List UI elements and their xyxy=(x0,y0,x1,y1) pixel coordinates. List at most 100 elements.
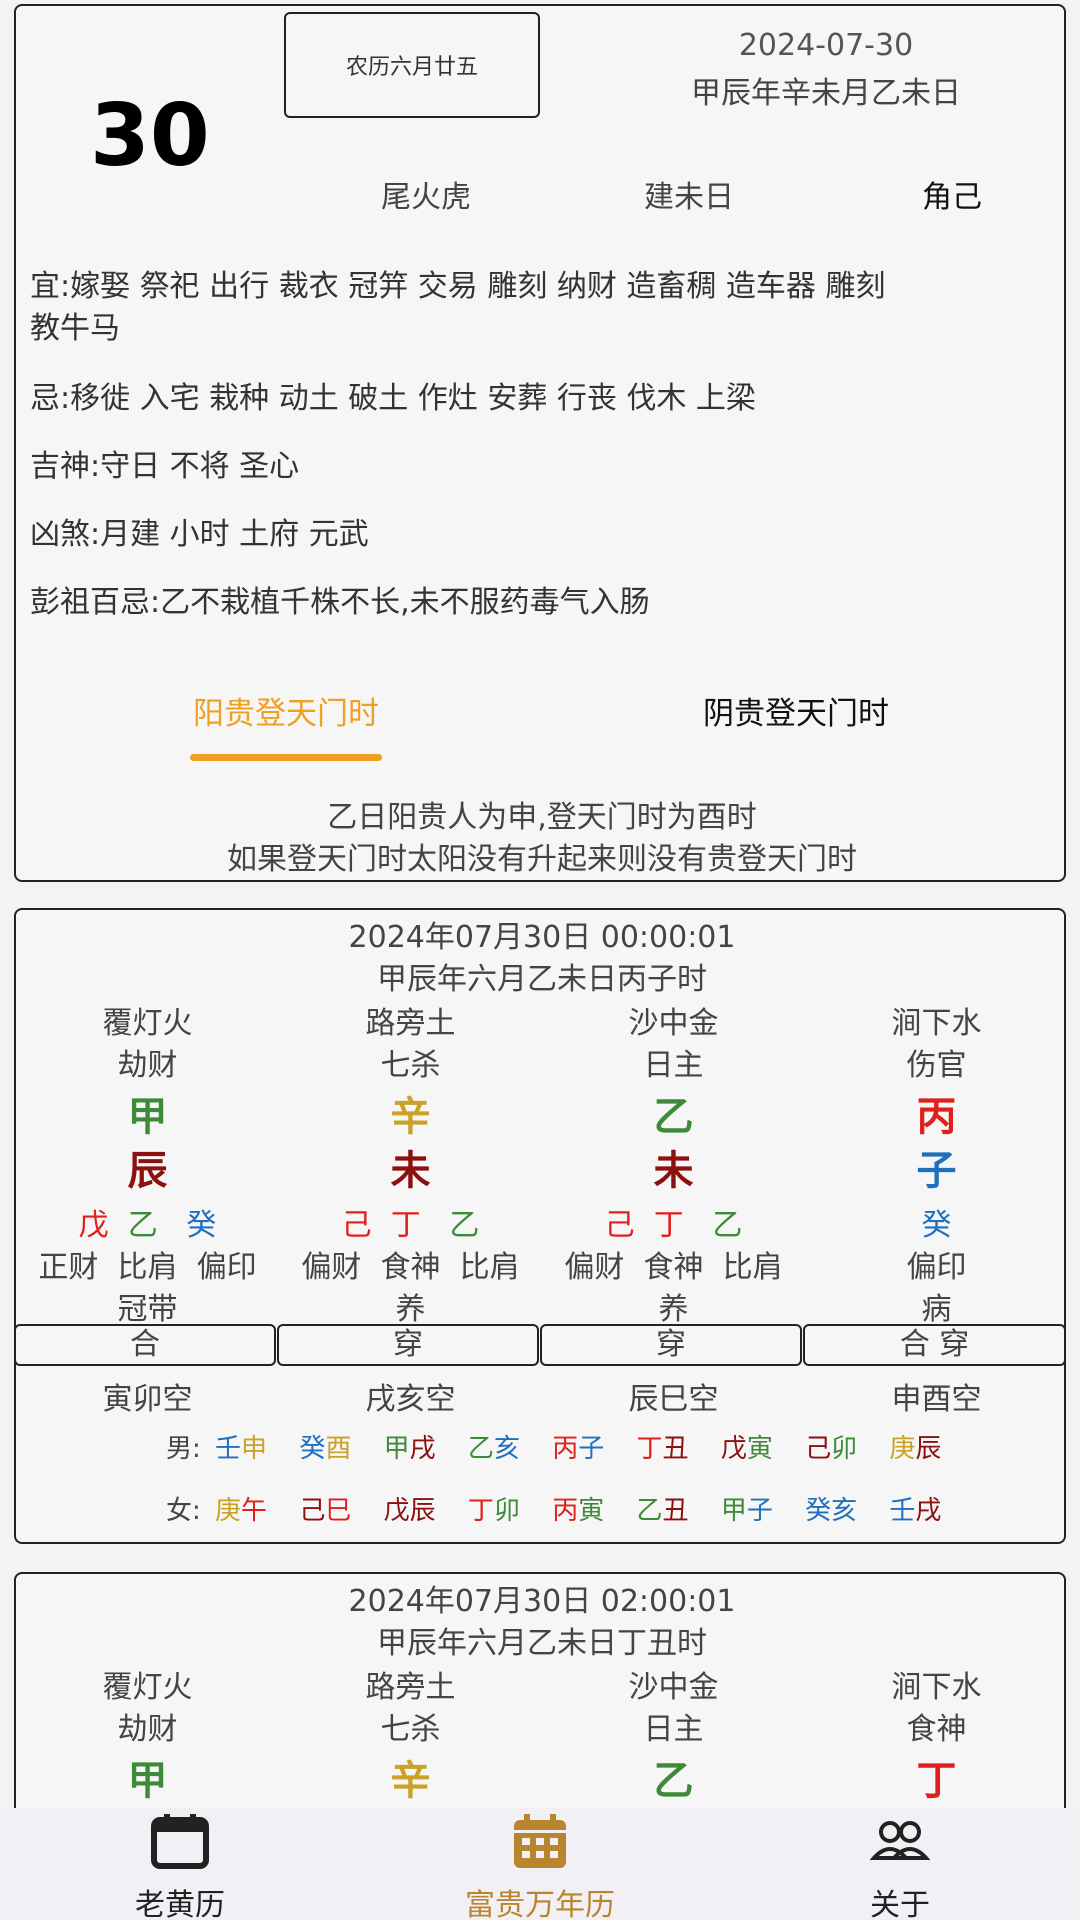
canggan-item: 己 xyxy=(604,1208,635,1243)
tiangan-hour: 丁 xyxy=(916,1758,957,1804)
dayun-item[interactable]: 己巳 xyxy=(299,1496,351,1526)
dizhi-hour: 子 xyxy=(916,1148,957,1194)
tiangan-day: 乙 xyxy=(653,1094,694,1140)
tab-yang-gui[interactable]: 阳贵登天门时 xyxy=(136,688,436,733)
changsheng-day: 养 xyxy=(658,1292,689,1327)
dayun-item[interactable]: 丙子 xyxy=(552,1434,604,1464)
nayin-year: 覆灯火 xyxy=(102,1006,193,1041)
canggan-item: 戊 xyxy=(78,1208,109,1243)
nayin-day: 沙中金 xyxy=(628,1006,719,1041)
dayun-item[interactable]: 癸亥 xyxy=(805,1496,857,1526)
other-label: 角己 xyxy=(922,180,982,215)
xiu-label: 尾火虎 xyxy=(381,180,471,215)
tiangan-hour: 丙 xyxy=(916,1094,957,1140)
shishen-month: 七杀 xyxy=(380,1048,441,1083)
canggan-item: 丁 xyxy=(653,1208,684,1243)
dayun-item[interactable]: 乙亥 xyxy=(468,1434,520,1464)
canggan-item: 乙 xyxy=(712,1208,743,1243)
relation-month: 穿 xyxy=(277,1324,539,1366)
nayin-year: 覆灯火 xyxy=(102,1670,193,1705)
tab-underline xyxy=(190,754,382,761)
bazi-datetime: 2024年07月30日 00:00:01 xyxy=(348,920,736,955)
bazi-datetime: 2024年07月30日 02:00:01 xyxy=(348,1584,736,1619)
dayun-item[interactable]: 丙寅 xyxy=(552,1496,604,1526)
nayin-hour: 涧下水 xyxy=(891,1670,982,1705)
relation-year: 合 xyxy=(14,1324,276,1366)
dizhi-month: 未 xyxy=(390,1148,431,1194)
dayun-item[interactable]: 丁丑 xyxy=(637,1434,689,1464)
tab-desc-line1: 乙日阳贵人为申,登天门时为酉时 xyxy=(327,800,757,835)
shishen-day: 日主 xyxy=(643,1712,704,1747)
bottom-nav: 老黄历 富贵万年历 关于 xyxy=(0,1808,1080,1920)
dizhi-year: 辰 xyxy=(127,1148,168,1194)
shishen-month: 七杀 xyxy=(380,1712,441,1747)
nav-label: 老黄历 xyxy=(135,1888,225,1920)
canggan-item: 乙 xyxy=(127,1208,158,1243)
relation-day: 穿 xyxy=(540,1324,802,1366)
cangshishen-month: 偏财 食神 比肩 xyxy=(301,1250,520,1285)
ganzhi-date: 甲辰年辛未月乙未日 xyxy=(691,76,961,111)
kongwang-year: 寅卯空 xyxy=(102,1382,193,1417)
canggan-year: 戊 乙 癸 xyxy=(16,1200,279,1244)
dayun-item[interactable]: 甲子 xyxy=(721,1496,773,1526)
bazi-ganzhi: 甲辰年六月乙未日丙子时 xyxy=(377,962,707,997)
lunar-date-label: 农历六月廿五 xyxy=(345,55,478,80)
shishen-day: 日主 xyxy=(643,1048,704,1083)
dizhi-day: 未 xyxy=(653,1148,694,1194)
nav-label: 关于 xyxy=(870,1888,930,1920)
shishen-hour: 食神 xyxy=(906,1712,967,1747)
dayun-item[interactable]: 乙丑 xyxy=(637,1496,689,1526)
dayun-female-label: 女: xyxy=(166,1496,201,1526)
changsheng-month: 养 xyxy=(395,1292,426,1327)
yi-line: 宜:嫁娶 祭祀 出行 裁衣 冠笄 交易 雕刻 纳财 造畜稠 造车器 雕刻 xyxy=(30,269,886,304)
dayun-item[interactable]: 癸酉 xyxy=(299,1434,351,1464)
canggan-month: 己 丁 乙 xyxy=(279,1200,542,1244)
nav-item-fugui[interactable]: 富贵万年历 xyxy=(360,1808,720,1920)
tab-yin-gui[interactable]: 阴贵登天门时 xyxy=(646,688,946,733)
shishen-year: 劫财 xyxy=(117,1712,178,1747)
changsheng-year: 冠带 xyxy=(117,1292,178,1327)
solar-date: 2024-07-30 xyxy=(738,28,914,63)
lunar-date-box[interactable]: 农历六月廿五 xyxy=(284,12,540,118)
xiongsha-line: 凶煞:月建 小时 土府 元武 xyxy=(30,517,369,552)
people-icon xyxy=(870,1821,930,1860)
dayun-item[interactable]: 壬申 xyxy=(215,1434,267,1464)
kongwang-day: 辰巳空 xyxy=(628,1382,719,1417)
almanac-card: 30 农历六月廿五 2024-07-30 甲辰年辛未月乙未日 尾火虎 建未日 角… xyxy=(14,4,1066,882)
canggan-day: 己 丁 乙 xyxy=(542,1200,805,1244)
tab-desc-line2: 如果登天门时太阳没有升起来则没有贵登天门时 xyxy=(227,842,857,877)
tiangan-year: 甲 xyxy=(127,1758,168,1804)
dayun-item[interactable]: 戊辰 xyxy=(384,1496,436,1526)
nayin-month: 路旁土 xyxy=(365,1670,456,1705)
nav-item-about[interactable]: 关于 xyxy=(720,1808,1080,1920)
dayun-item[interactable]: 庚辰 xyxy=(889,1434,941,1464)
dayun-item[interactable]: 甲戌 xyxy=(384,1434,436,1464)
day-number: 30 xyxy=(90,86,210,186)
jishen-line: 吉神:守日 不将 圣心 xyxy=(30,449,300,484)
cangshishen-day: 偏财 食神 比肩 xyxy=(564,1250,783,1285)
bazi-ganzhi: 甲辰年六月乙未日丁丑时 xyxy=(377,1626,707,1661)
dayun-item[interactable]: 己卯 xyxy=(805,1434,857,1464)
cangshishen-hour: 偏印 xyxy=(906,1250,967,1285)
calendar-filled-icon xyxy=(514,1814,566,1868)
nayin-day: 沙中金 xyxy=(628,1670,719,1705)
canggan-item: 乙 xyxy=(449,1208,480,1243)
changsheng-hour: 病 xyxy=(921,1292,952,1327)
dayun-item[interactable]: 庚午 xyxy=(215,1496,267,1526)
cangshishen-year: 正财 比肩 偏印 xyxy=(38,1250,257,1285)
kongwang-month: 戌亥空 xyxy=(365,1382,456,1417)
ji-line: 忌:移徙 入宅 栽种 动土 破土 作灶 安葬 行丧 伐木 上梁 xyxy=(30,381,756,416)
nav-item-laohuangli[interactable]: 老黄历 xyxy=(0,1808,360,1920)
dayun-item[interactable]: 丁卯 xyxy=(468,1496,520,1526)
dayun-female-row: 女: 庚午 己巳 戊辰 丁卯 丙寅 乙丑 甲子 癸亥 壬戌 xyxy=(166,1490,965,1527)
shishen-year: 劫财 xyxy=(117,1048,178,1083)
canggan-item: 己 xyxy=(341,1208,372,1243)
tiangan-day: 乙 xyxy=(653,1758,694,1804)
relation-hour: 合 穿 xyxy=(803,1324,1066,1366)
dayun-item[interactable]: 壬戌 xyxy=(889,1496,941,1526)
bazi-card: 2024年07月30日 00:00:01 甲辰年六月乙未日丙子时 覆灯火 路旁土… xyxy=(14,908,1066,1544)
dayun-item[interactable]: 戊寅 xyxy=(721,1434,773,1464)
jianchu-label: 建未日 xyxy=(644,180,734,215)
shishen-hour: 伤官 xyxy=(906,1048,967,1083)
canggan-item: 癸 xyxy=(921,1208,952,1243)
